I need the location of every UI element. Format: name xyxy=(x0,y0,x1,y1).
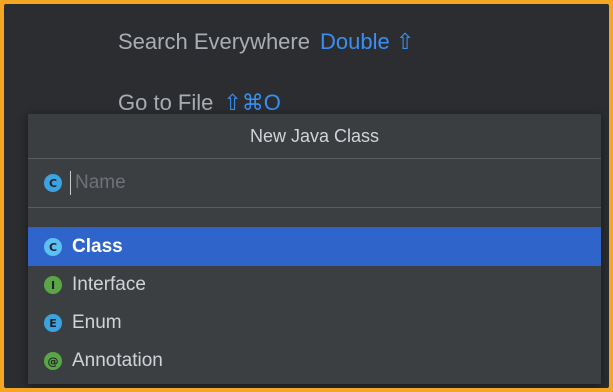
ide-window: Search Everywhere Double ⇧ Go to File ⇧⌘O … xyxy=(4,4,609,388)
hint-label: Search Everywhere xyxy=(118,29,310,54)
annotation-icon: @ xyxy=(44,352,62,370)
hint-label: Go to File xyxy=(118,90,214,115)
class-icon: C xyxy=(44,238,62,256)
enum-icon: E xyxy=(44,314,62,332)
kind-item-enum[interactable]: E Enum xyxy=(28,304,601,342)
kind-item-annotation[interactable]: @ Annotation xyxy=(28,342,601,380)
dialog-title: New Java Class xyxy=(28,114,601,159)
kind-label: Annotation xyxy=(72,350,163,371)
hint-shortcut: Double ⇧ xyxy=(319,29,415,54)
go-to-file-hint: Go to File ⇧⌘O xyxy=(118,90,281,116)
kind-item-class[interactable]: C Class xyxy=(28,228,601,266)
kind-label: Enum xyxy=(72,312,122,333)
class-icon: C xyxy=(44,174,62,192)
name-input-row: C xyxy=(28,159,601,208)
kind-label: Interface xyxy=(72,274,146,295)
interface-icon: I xyxy=(44,276,62,294)
hint-shortcut: ⇧⌘O xyxy=(223,90,281,115)
kind-label: Class xyxy=(72,236,123,257)
kind-item-interface[interactable]: I Interface xyxy=(28,266,601,304)
name-input[interactable] xyxy=(70,171,555,195)
search-everywhere-hint: Search Everywhere Double ⇧ xyxy=(118,29,414,55)
divider xyxy=(28,208,601,228)
new-java-class-dialog: New Java Class C C Class I Interface E E… xyxy=(28,114,601,384)
kind-list: C Class I Interface E Enum @ Annotation xyxy=(28,228,601,380)
